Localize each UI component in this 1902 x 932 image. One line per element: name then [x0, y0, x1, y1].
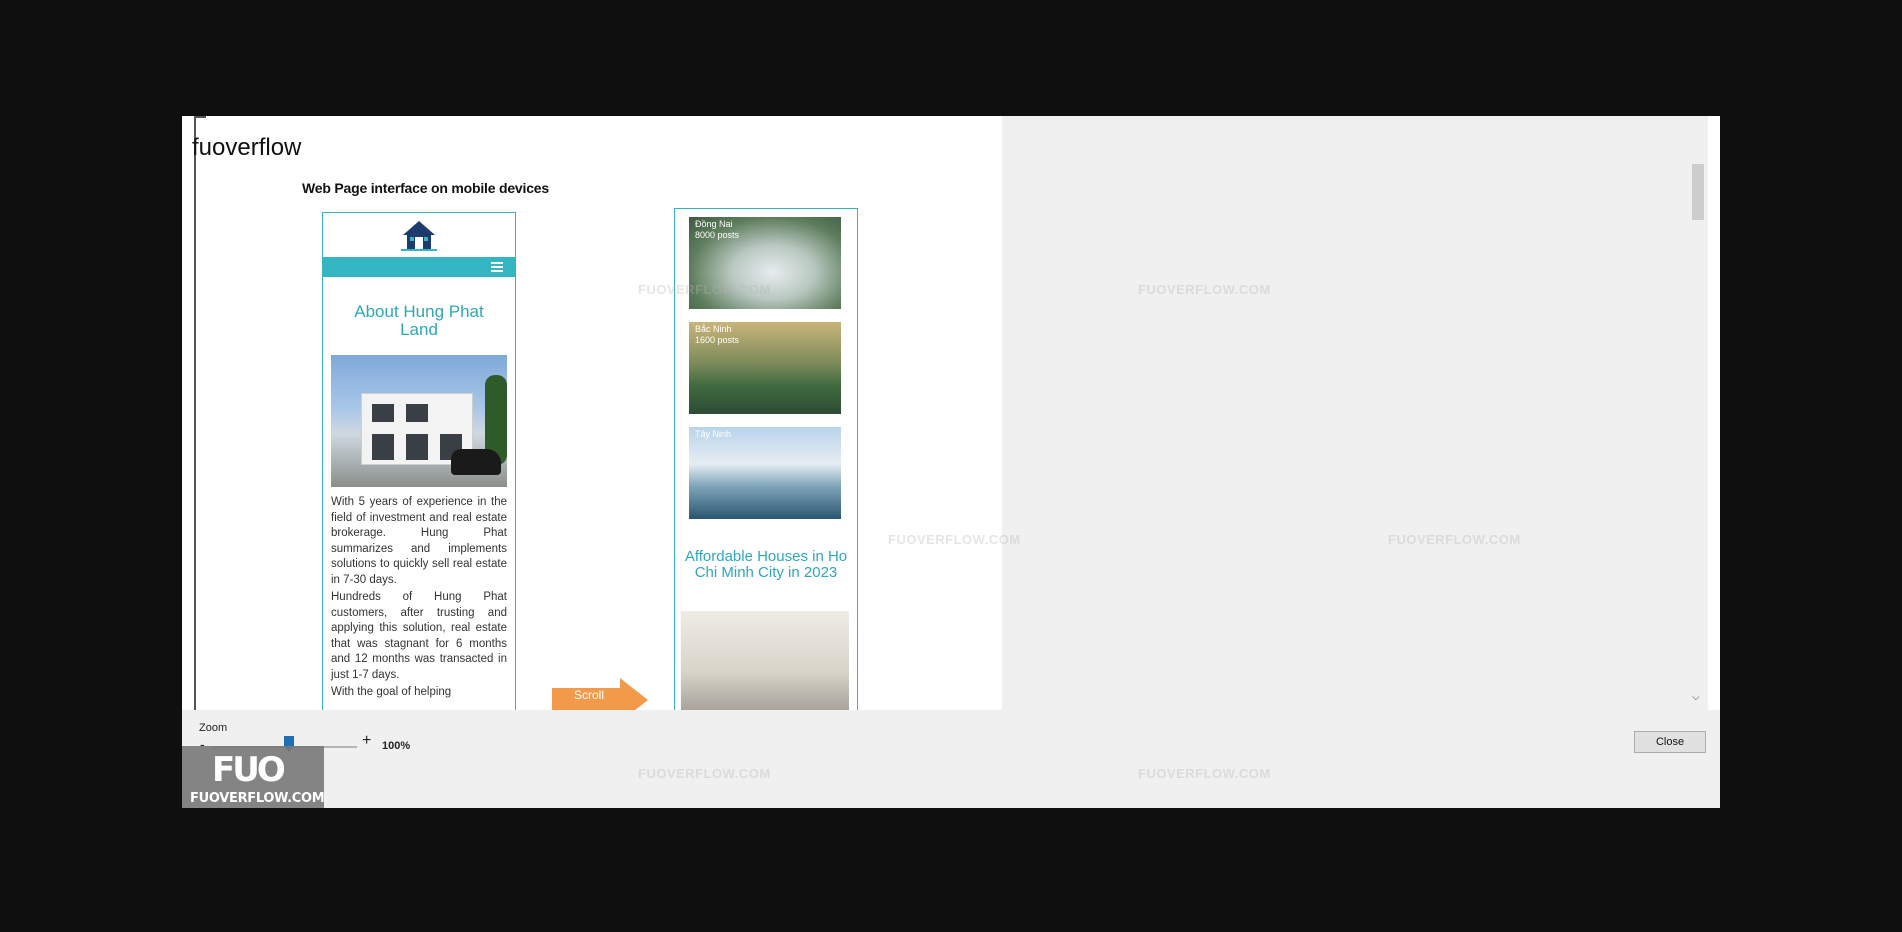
thumbnail-count: 8000 posts — [695, 230, 740, 240]
thumbnail-name: Tây Ninh — [695, 429, 732, 439]
location-thumbnail: Tây Ninh — [689, 427, 841, 519]
viewer-background — [1002, 116, 1688, 710]
watermark: FUOVERFLOW.COM — [888, 532, 1021, 547]
about-paragraph-2: Hundreds of Hung Phat customers, after t… — [331, 591, 507, 681]
thumbnail-name: Đồng Nai — [695, 219, 733, 229]
thumbnail-count: 1600 posts — [695, 335, 740, 345]
vertical-scrollbar[interactable]: ⌵ — [1688, 116, 1708, 710]
scroll-down-icon[interactable]: ⌵ — [1692, 692, 1700, 703]
scroll-label: Scroll — [574, 688, 605, 702]
document-heading: Web Page interface on mobile devices — [302, 180, 549, 196]
zoom-in-button[interactable]: + — [362, 732, 371, 750]
scrollbar-thumb[interactable] — [1692, 164, 1704, 220]
mobile-nav-bar — [323, 257, 515, 277]
page-edge — [194, 116, 196, 710]
page-edge-top — [194, 116, 206, 118]
house-logo-icon — [401, 221, 437, 251]
hamburger-menu-icon — [491, 262, 503, 272]
mobile-mockup-about: About Hung Phat Land With 5 years of exp… — [322, 212, 516, 710]
watermark: FUOVERFLOW.COM — [1388, 532, 1521, 547]
about-paragraph-3: With the goal of helping — [331, 686, 452, 698]
watermark: FUOVERFLOW.COM — [1138, 766, 1271, 781]
villa-photo — [331, 355, 507, 487]
watermark: FUOVERFLOW.COM — [1138, 282, 1271, 297]
document-page: fuoverflow Web Page interface on mobile … — [182, 116, 1002, 710]
about-paragraph-1: With 5 years of experience in the field … — [331, 496, 507, 586]
zoom-label: Zoom — [199, 722, 228, 734]
zoom-value: 100% — [382, 740, 411, 752]
fuo-logo: FUO — [212, 750, 286, 790]
image-viewer-dialog: fuoverflow Web Page interface on mobile … — [182, 116, 1720, 808]
fuo-site-label: FUOVERFLOW.COM — [190, 791, 324, 806]
about-title: About Hung Phat Land — [354, 302, 484, 339]
header-title: fuoverflow — [192, 134, 302, 161]
fuo-watermark-badge: FUO FUOVERFLOW.COM — [182, 746, 324, 808]
close-button[interactable]: Close — [1634, 731, 1706, 753]
zoom-toolbar: Zoom - + 100% FUOVERFLOW.COM FUOVERFLOW.… — [182, 710, 1720, 808]
image-viewport[interactable]: fuoverflow Web Page interface on mobile … — [182, 116, 1720, 710]
watermark: FUOVERFLOW.COM — [638, 282, 771, 297]
watermark: FUOVERFLOW.COM — [638, 766, 771, 781]
interior-photo — [681, 611, 849, 710]
affordable-houses-title: Affordable Houses in Ho Chi Minh City in… — [684, 548, 848, 581]
thumbnail-name: Bắc Ninh — [695, 324, 732, 334]
location-thumbnail: Bắc Ninh 1600 posts — [689, 322, 841, 414]
logo-area — [323, 213, 515, 257]
